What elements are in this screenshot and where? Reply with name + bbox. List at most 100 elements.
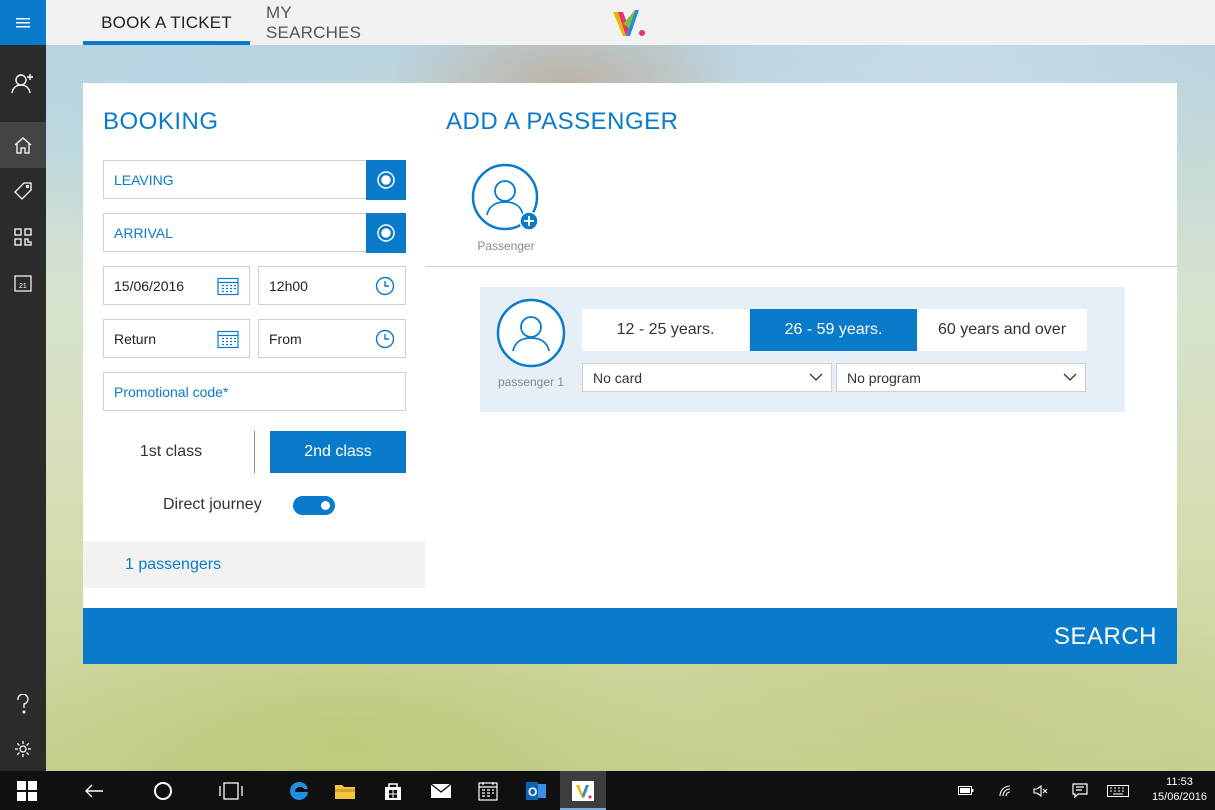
tag-button[interactable] [0, 168, 46, 214]
battery-indicator[interactable] [955, 771, 977, 810]
taskbar: O 11:53 15/06/2016 [0, 771, 1215, 810]
app-logo [613, 10, 645, 36]
direct-journey-toggle[interactable] [293, 496, 335, 515]
add-user-button[interactable] [0, 60, 46, 106]
return-date-value: Return [114, 330, 157, 347]
help-icon [17, 694, 29, 714]
svg-text:21: 21 [19, 283, 27, 290]
calendar-app-icon [478, 781, 498, 801]
voyages-app[interactable] [560, 771, 606, 810]
edge-app[interactable] [276, 771, 322, 810]
chevron-down-icon [809, 373, 823, 381]
outlook-app[interactable]: O [513, 771, 559, 810]
mail-app[interactable] [418, 771, 464, 810]
home-button[interactable] [0, 122, 46, 168]
back-arrow-icon [85, 784, 103, 797]
app-logo-icon [572, 780, 594, 801]
calendar-icon[interactable] [217, 276, 239, 295]
qr-code-button[interactable] [0, 214, 46, 260]
hamburger-menu-button[interactable] [0, 0, 46, 45]
qr-code-icon [14, 228, 32, 246]
passengers-summary[interactable]: 1 passengers [83, 541, 425, 588]
first-class-option[interactable]: 1st class [103, 431, 239, 473]
volume-indicator[interactable] [1030, 771, 1052, 810]
promo-code-placeholder: Promotional code* [114, 383, 229, 400]
leaving-locate-button[interactable] [366, 160, 406, 200]
start-button[interactable] [4, 771, 50, 810]
taskbar-clock[interactable]: 11:53 15/06/2016 [1152, 775, 1207, 805]
cortana-button[interactable] [140, 771, 186, 810]
user-icon [496, 298, 566, 368]
promo-code-field[interactable]: Promotional code* [103, 372, 406, 411]
section-divider [426, 266, 1177, 267]
departure-time-value: 12h00 [269, 277, 308, 294]
notification-icon [1072, 783, 1088, 798]
back-button[interactable] [71, 771, 117, 810]
tab-my-searches[interactable]: MY SEARCHES [266, 0, 388, 45]
tab-book-a-ticket[interactable]: BOOK A TICKET [83, 0, 250, 45]
file-explorer-app[interactable] [322, 771, 368, 810]
return-date-field[interactable]: Return [103, 319, 250, 358]
second-class-option[interactable]: 2nd class [270, 431, 406, 473]
tag-icon [14, 182, 32, 200]
passenger-1-panel: passenger 1 12 - 25 years. 26 - 59 years… [480, 287, 1125, 412]
leaving-field[interactable]: LEAVING [103, 160, 406, 200]
home-icon [14, 136, 32, 154]
task-view-button[interactable] [208, 771, 254, 810]
arrival-locate-button[interactable] [366, 213, 406, 253]
return-time-field[interactable]: From [258, 319, 406, 358]
touch-keyboard-button[interactable] [1103, 771, 1133, 810]
departure-time-field[interactable]: 12h00 [258, 266, 406, 305]
passenger-1-label: passenger 1 [497, 375, 565, 389]
program-select[interactable]: No program [836, 363, 1086, 392]
store-icon [385, 782, 401, 800]
booking-title: BOOKING [103, 108, 219, 135]
settings-icon [15, 741, 31, 757]
clock-icon[interactable] [375, 329, 395, 349]
departure-date-field[interactable]: 15/06/2016 [103, 266, 250, 305]
network-indicator[interactable] [995, 771, 1017, 810]
add-passenger-button[interactable] [471, 163, 541, 233]
help-button[interactable] [0, 681, 46, 727]
toggle-knob [321, 501, 330, 510]
keyboard-icon [1107, 784, 1129, 797]
clock-icon[interactable] [375, 276, 395, 296]
top-bar: BOOK A TICKET MY SEARCHES [46, 0, 1215, 45]
age-option-12-25[interactable]: 12 - 25 years. [582, 309, 749, 351]
calendar-app[interactable] [465, 771, 511, 810]
age-option-26-59[interactable]: 26 - 59 years. [750, 309, 917, 351]
clock-date: 15/06/2016 [1151, 791, 1207, 803]
calendar-icon: 21 [14, 275, 32, 292]
departure-date-value: 15/06/2016 [114, 277, 185, 294]
svg-text:O: O [528, 785, 537, 799]
store-app[interactable] [370, 771, 416, 810]
program-select-value: No program [847, 369, 921, 386]
arrival-label: ARRIVAL [114, 224, 173, 241]
booking-card: BOOKING LEAVING ARRIVAL 15/06/2016 12h00… [83, 83, 1177, 608]
calendar-icon[interactable] [217, 329, 239, 348]
task-view-icon [219, 781, 243, 800]
search-button-label: SEARCH [1053, 623, 1157, 650]
leaving-label: LEAVING [114, 171, 174, 188]
volume-muted-icon [1033, 784, 1048, 797]
mail-icon [430, 782, 452, 798]
cortana-icon [154, 781, 172, 800]
edge-icon [290, 781, 308, 800]
battery-icon [958, 786, 974, 795]
card-select[interactable]: No card [582, 363, 832, 392]
target-icon [377, 224, 395, 242]
add-passenger-label: Passenger [477, 239, 535, 253]
add-passenger-title: ADD A PASSENGER [446, 108, 679, 135]
wifi-icon [999, 784, 1011, 796]
action-center-button[interactable] [1068, 771, 1092, 810]
card-select-value: No card [593, 369, 643, 386]
search-button[interactable]: SEARCH [83, 608, 1177, 664]
calendar-button[interactable]: 21 [0, 260, 46, 306]
settings-button[interactable] [0, 726, 46, 772]
passengers-summary-label: 1 passengers [125, 556, 222, 573]
windows-icon [17, 780, 37, 801]
age-option-60-plus[interactable]: 60 years and over [917, 309, 1087, 351]
direct-journey-label: Direct journey [163, 496, 262, 513]
arrival-field[interactable]: ARRIVAL [103, 213, 406, 253]
chevron-down-icon [1063, 373, 1077, 381]
